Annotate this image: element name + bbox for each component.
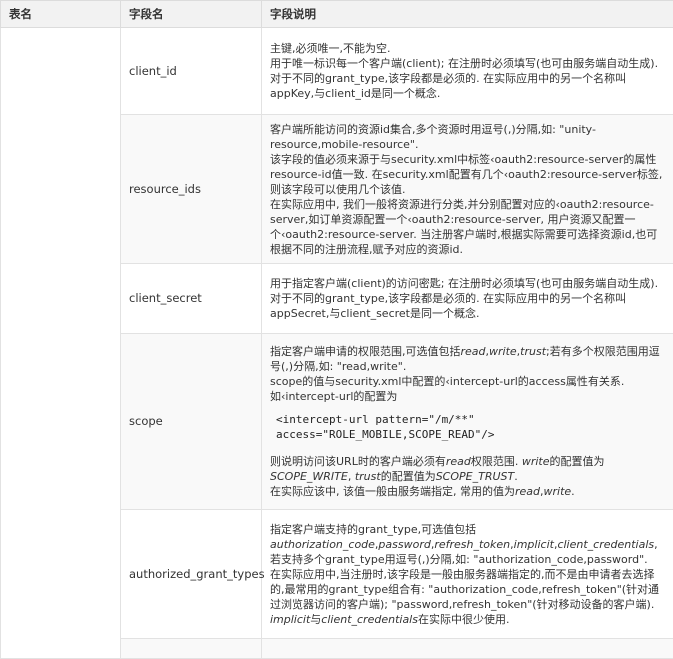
field-description-cell: 指定客户端支持的grant_type,可选值包括authorization_co…: [262, 510, 673, 639]
table-header-row: 表名 字段名 字段说明: [1, 1, 673, 28]
field-description-cell: 指定客户端申请的权限范围,可选值包括read,write,trust;若有多个权…: [262, 334, 673, 510]
field-description-table: 表名 字段名 字段说明 client_id 主键,必须唯一,不能为空. 用于唯一…: [0, 0, 673, 659]
field-name-cell: client_secret: [121, 264, 262, 334]
field-name-cell: resource_ids: [121, 115, 262, 264]
description-line: 在实际应用中, 我们一般将资源进行分类,并分别配置对应的‹oauth2:reso…: [270, 197, 665, 257]
field-name-cell: client_id: [121, 28, 262, 115]
description-line: 在实际应用中,当注册时,该字段是一般由服务器端指定的,而不是由申请者去选择的,最…: [270, 567, 665, 612]
description-line: 该字段的值必须来源于与security.xml中标签‹oauth2:resour…: [270, 152, 665, 197]
code-snippet: <intercept-url pattern="/m/**"access="RO…: [276, 412, 665, 442]
table-row: client_id 主键,必须唯一,不能为空. 用于唯一标识每一个客户端(cli…: [1, 28, 673, 115]
header-field-description: 字段说明: [262, 1, 673, 28]
description-line: 客户端所能访问的资源id集合,多个资源时用逗号(,)分隔,如: "unity-r…: [270, 122, 665, 152]
field-name-cell: scope: [121, 334, 262, 510]
header-table-name: 表名: [1, 1, 121, 28]
field-description-cell: [262, 639, 673, 659]
description-line: implicit与client_credentials在实际中很少使用.: [270, 612, 665, 627]
field-description-cell: 主键,必须唯一,不能为空. 用于唯一标识每一个客户端(client); 在注册时…: [262, 28, 673, 115]
description-line: 指定客户端申请的权限范围,可选值包括read,write,trust;若有多个权…: [270, 344, 665, 374]
description-line: scope的值与security.xml中配置的‹intercept-url的a…: [270, 374, 665, 389]
description-line: 对于不同的grant_type,该字段都是必须的. 在实际应用中的另一个名称叫a…: [270, 71, 665, 101]
field-name-cell: [121, 639, 262, 659]
description-line: 则说明访问该URL时的客户端必须有read权限范围. write的配置值为SCO…: [270, 454, 665, 484]
field-description-cell: 客户端所能访问的资源id集合,多个资源时用逗号(,)分隔,如: "unity-r…: [262, 115, 673, 264]
description-line: 在实际应该中, 该值一般由服务端指定, 常用的值为read,write.: [270, 484, 665, 499]
description-line: 指定客户端支持的grant_type,可选值包括authorization_co…: [270, 522, 665, 567]
table-name-cell: [1, 28, 121, 659]
description-line: 如‹intercept-url的配置为: [270, 389, 665, 404]
field-name-cell: authorized_grant_types: [121, 510, 262, 639]
description-line: 对于不同的grant_type,该字段都是必须的. 在实际应用中的另一个名称叫a…: [270, 291, 665, 321]
description-line: 用于指定客户端(client)的访问密匙; 在注册时必须填写(也可由服务端自动生…: [270, 276, 665, 291]
field-description-cell: 用于指定客户端(client)的访问密匙; 在注册时必须填写(也可由服务端自动生…: [262, 264, 673, 334]
description-line: 用于唯一标识每一个客户端(client); 在注册时必须填写(也可由服务端自动生…: [270, 56, 665, 71]
description-line: 主键,必须唯一,不能为空.: [270, 41, 665, 56]
header-field-name: 字段名: [121, 1, 262, 28]
